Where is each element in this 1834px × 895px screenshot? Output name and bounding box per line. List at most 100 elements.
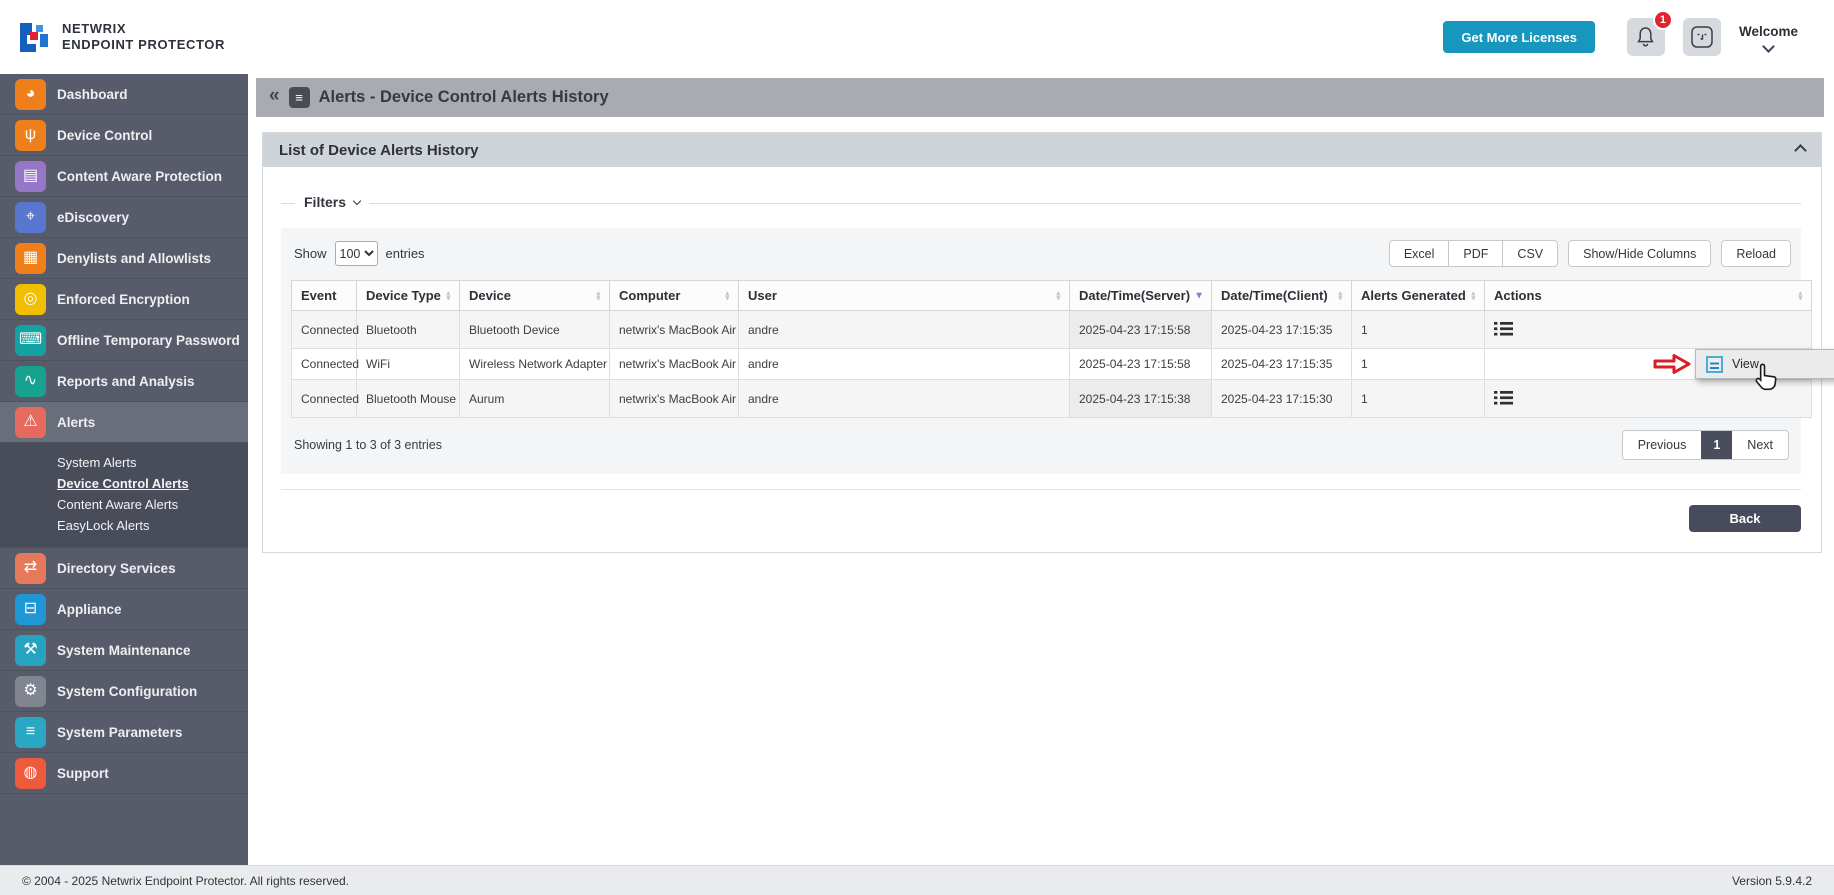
entries-per-page-select[interactable]: 100 [334, 241, 378, 266]
submenu-item-easylock-alerts[interactable]: EasyLock Alerts [57, 515, 150, 536]
current-page-button[interactable]: 1 [1701, 431, 1733, 459]
cell-user: andre [738, 348, 1070, 380]
export-excel-button[interactable]: Excel [1388, 240, 1449, 267]
collapse-sidebar-icon[interactable]: « [269, 85, 280, 107]
next-page-button[interactable]: Next [1732, 431, 1788, 459]
sidebar-item-content-aware-protection[interactable]: ▤ Content Aware Protection [0, 156, 248, 197]
column-header-device-type[interactable]: Device Type ▲ ▼ [356, 280, 460, 311]
table-header-row: Event Device Type ▲ ▼ Device ▲ ▼ Computer ▲ ▼ User… [291, 280, 1812, 311]
page-title: Alerts - Device Control Alerts History [318, 88, 609, 106]
sidebar-item-ediscovery[interactable]: ⌖ eDiscovery [0, 197, 248, 238]
sidebar-item-reports-and-analysis[interactable]: ∿ Reports and Analysis [0, 361, 248, 402]
export-pdf-button[interactable]: PDF [1448, 240, 1503, 267]
sort-arrows-icon: ▲ ▼ [1054, 288, 1062, 303]
netwrix-logo-icon [20, 22, 50, 52]
cell-date-time-client: 2025-04-23 17:15:30 [1211, 379, 1352, 418]
usb-icon: ψ [15, 119, 46, 151]
sidebar-item-label: Support [57, 765, 109, 781]
submenu-item-device-control-alerts[interactable]: Device Control Alerts [57, 473, 189, 494]
sidebar-item-system-configuration[interactable]: ⚙ System Configuration [0, 671, 248, 712]
get-more-licenses-button[interactable]: Get More Licenses [1443, 21, 1595, 53]
table-region: Show 100 entries Excel PDF CSV Show/Hide C… [281, 228, 1834, 474]
column-header-computer[interactable]: Computer ▲ ▼ [609, 280, 739, 311]
row-actions-menu-icon[interactable] [1494, 390, 1513, 406]
cell-date-time-client: 2025-04-23 17:15:35 [1211, 348, 1352, 380]
filters-label: Filters [304, 194, 347, 210]
submenu-item-system-alerts[interactable]: System Alerts [57, 452, 136, 473]
notification-count-badge: 1 [1652, 10, 1673, 30]
cell-user: andre [738, 379, 1070, 418]
user-face-icon [1690, 25, 1714, 49]
sidebar-item-label: Offline Temporary Password [57, 332, 240, 348]
table-row: Connected WiFi Wireless Network Adapter net… [291, 348, 1834, 391]
sidebar-item-system-maintenance[interactable]: ⚒ System Maintenance [0, 630, 248, 671]
panel-header: List of Device Alerts History [263, 133, 1821, 167]
cell-alerts-generated: 1 [1351, 310, 1485, 349]
export-button-group: Excel PDF CSV [1388, 240, 1559, 267]
footer-bar: © 2004 - 2025 Netwrix Endpoint Protector… [0, 865, 1834, 895]
cd-icon: ◎ [15, 283, 46, 315]
sort-arrows-icon: ▲ ▼ [1469, 288, 1477, 303]
column-header-alerts-generated[interactable]: Alerts Generated ▲ ▼ [1351, 280, 1485, 311]
sidebar-item-appliance[interactable]: ⊟ Appliance [0, 589, 248, 630]
chevron-down-icon [352, 196, 362, 206]
column-header-label: Actions [1494, 288, 1542, 303]
welcome-menu[interactable]: Welcome [1739, 24, 1798, 53]
back-button[interactable]: Back [1689, 505, 1801, 532]
cell-date-time-server: 2025-04-23 17:15:58 [1069, 310, 1212, 349]
user-account-button[interactable] [1682, 18, 1721, 56]
sort-desc-icon: ▼ [1194, 290, 1204, 301]
export-csv-button[interactable]: CSV [1502, 240, 1559, 267]
bell-icon [1635, 26, 1656, 48]
sidebar-item-device-control[interactable]: ψ Device Control [0, 115, 248, 156]
column-header-label: User [748, 288, 777, 303]
column-header-label: Event [301, 288, 337, 303]
panel-body: Filters Show 100 entries Excel PDF CSV S… [263, 167, 1834, 552]
telescope-icon: ⌖ [15, 201, 46, 233]
column-header-actions[interactable]: Actions ▲ ▼ [1484, 280, 1812, 311]
red-arrow-annotation-icon [1653, 353, 1691, 376]
brand-line2: ENDPOINT PROTECTOR [62, 37, 225, 52]
column-header-label: Date/Time(Client) [1221, 288, 1328, 303]
reload-button[interactable]: Reload [1721, 240, 1791, 267]
cell-date-time-server: 2025-04-23 17:15:38 [1069, 379, 1212, 418]
notifications-button[interactable]: 1 [1626, 10, 1673, 56]
row-actions-menu-icon[interactable] [1494, 321, 1513, 337]
alerts-history-panel: List of Device Alerts History Filters Sh… [262, 132, 1834, 553]
panel-divider [281, 489, 1801, 490]
table-footer: Showing 1 to 3 of 3 entries Previous 1 N… [291, 430, 1791, 464]
chevron-down-icon [1762, 39, 1775, 53]
show-hide-columns-button[interactable]: Show/Hide Columns [1568, 240, 1712, 267]
cell-actions: View [1484, 348, 1834, 391]
main-content: « ≡ Alerts - Device Control Alerts Histo… [248, 74, 1834, 865]
sidebar-item-support[interactable]: ◍ Support [0, 753, 248, 794]
submenu-item-content-aware-alerts[interactable]: Content Aware Alerts [57, 494, 178, 515]
show-entries-control: Show 100 entries [291, 241, 425, 266]
sidebar-item-system-parameters[interactable]: ≡ System Parameters [0, 712, 248, 753]
alerts-submenu: System Alerts Device Control Alerts Conten… [0, 443, 248, 548]
sidebar-item-dashboard[interactable]: ◕ Dashboard [0, 74, 248, 115]
column-header-date-time-client[interactable]: Date/Time(Client) ▲ ▼ [1211, 280, 1352, 311]
sidebar-item-alerts[interactable]: ⚠ Alerts [0, 402, 248, 443]
cell-device-type: Bluetooth Mouse [356, 379, 460, 418]
filters-toggle[interactable]: Filters [295, 194, 370, 210]
cell-device-type: Bluetooth [356, 310, 460, 349]
column-header-label: Device Type [366, 288, 441, 303]
view-action-menu-item[interactable]: View [1695, 349, 1834, 391]
sidebar-item-directory-services[interactable]: ⇄ Directory Services [0, 548, 248, 589]
column-header-device[interactable]: Device ▲ ▼ [459, 280, 610, 311]
view-icon [1706, 355, 1723, 373]
previous-page-button[interactable]: Previous [1623, 431, 1702, 459]
cell-event: Connected [291, 348, 359, 380]
collapse-panel-icon[interactable] [1794, 143, 1807, 157]
sidebar-item-label: System Parameters [57, 724, 183, 740]
brand-line1: NETWRIX [62, 20, 127, 36]
column-header-user[interactable]: User ▲ ▼ [738, 280, 1070, 311]
sidebar-item-label: Alerts [57, 414, 96, 430]
sidebar-item-denylists-and-allowlists[interactable]: ▦ Denylists and Allowlists [0, 238, 248, 279]
sidebar-item-enforced-encryption[interactable]: ◎ Enforced Encryption [0, 279, 248, 320]
keypad-icon: ⌨ [15, 324, 46, 356]
column-header-date-time-server[interactable]: Date/Time(Server) ▼ [1069, 280, 1212, 311]
sidebar-item-offline-temporary-password[interactable]: ⌨ Offline Temporary Password [0, 320, 248, 361]
cell-actions [1484, 310, 1812, 349]
